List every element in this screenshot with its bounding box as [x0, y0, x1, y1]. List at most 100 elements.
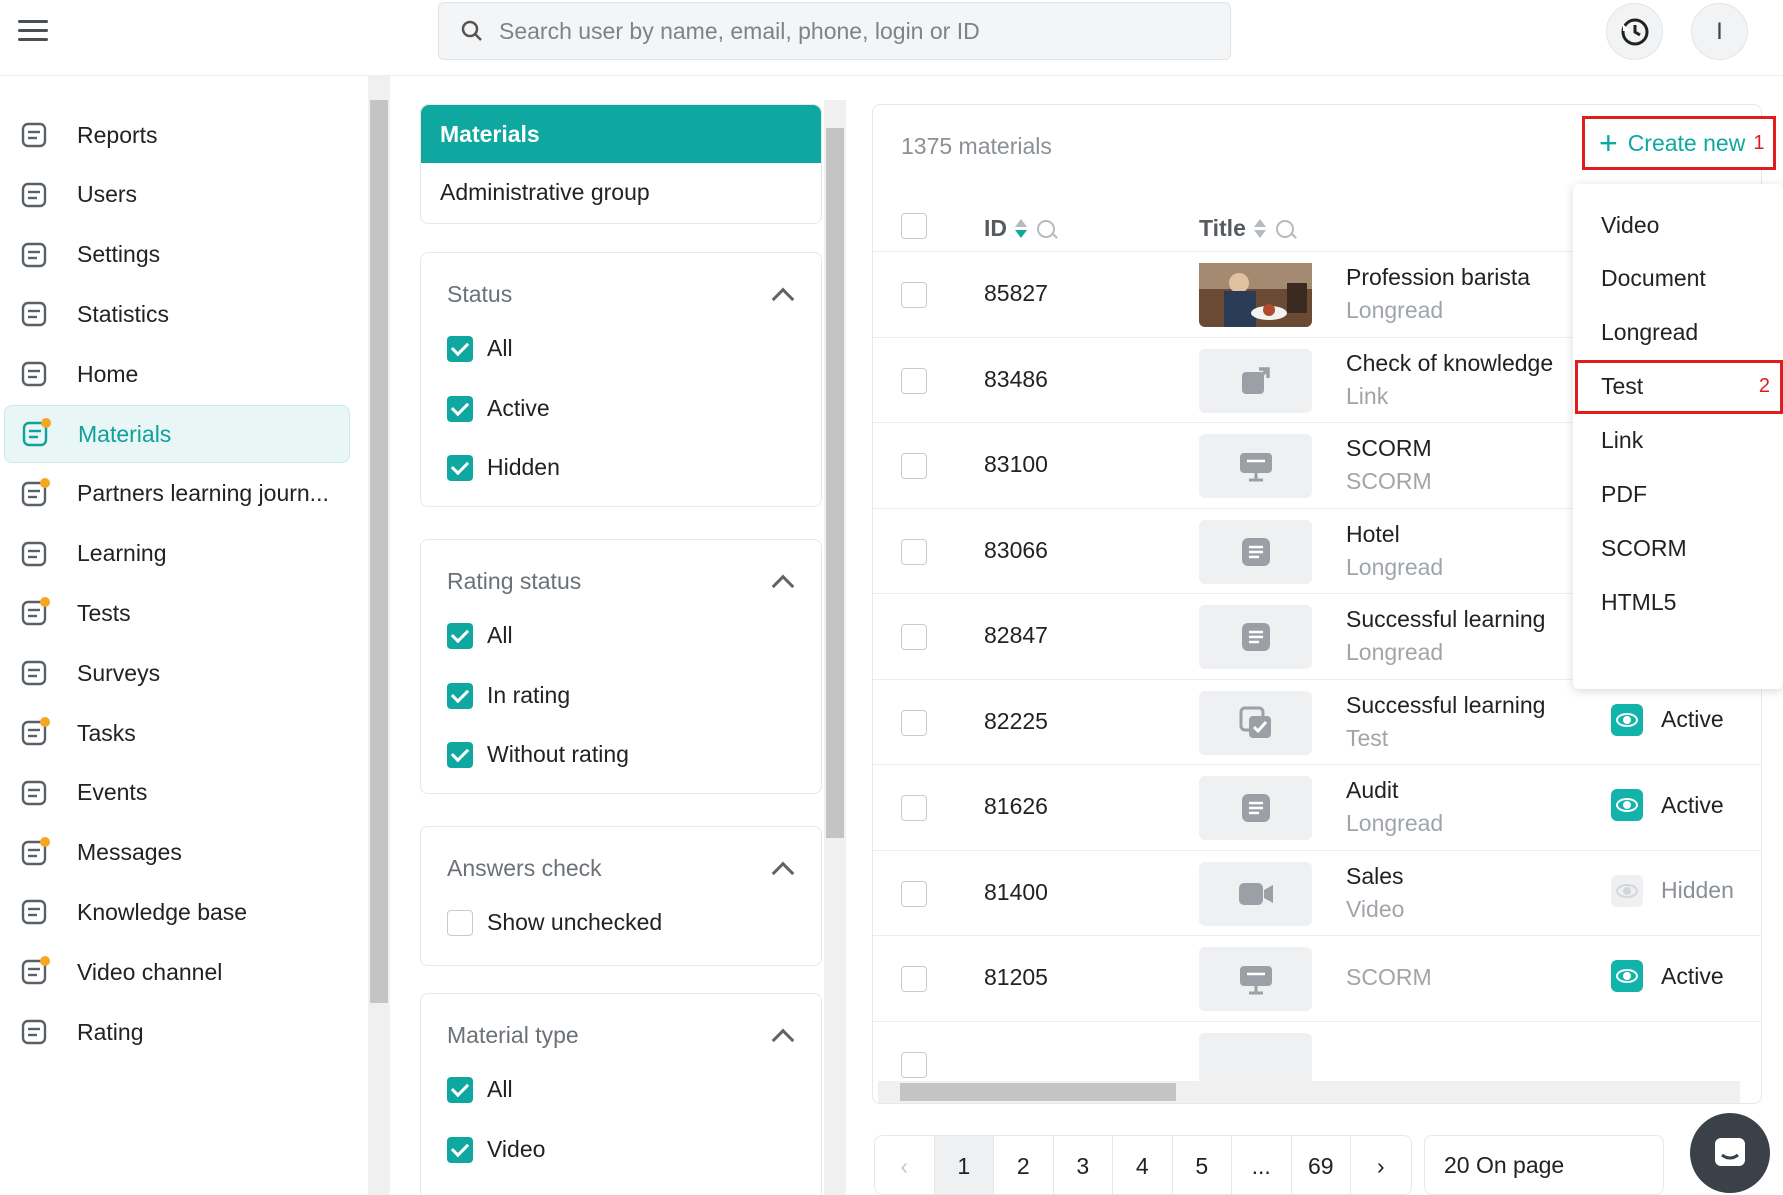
row-title[interactable]: Successful learning [1346, 606, 1545, 633]
chevron-up-icon[interactable] [771, 574, 795, 598]
row-title[interactable]: Hotel [1346, 521, 1400, 548]
prev-page-button[interactable]: ‹ [875, 1136, 935, 1194]
row-checkbox[interactable] [901, 367, 927, 394]
search-input[interactable] [499, 17, 1199, 45]
row-title[interactable]: Profession barista [1346, 264, 1530, 291]
dropdown-item-link[interactable]: Link [1573, 414, 1783, 468]
rating-all-checkbox[interactable]: All [447, 622, 513, 649]
sidebar-item-partners-learning-journ[interactable]: Partners learning journ... [4, 465, 350, 523]
row-checkbox[interactable] [901, 624, 927, 650]
row-checkbox[interactable] [901, 453, 927, 479]
sidebar-item-statistics[interactable]: Statistics [4, 285, 350, 343]
dropdown-item-video[interactable]: Video [1573, 198, 1783, 252]
type-video-checkbox[interactable]: Video [447, 1136, 545, 1163]
row-id: 82225 [984, 707, 1048, 734]
row-checkbox[interactable] [901, 538, 927, 565]
row-checkbox[interactable] [901, 795, 927, 821]
sidebar-item-events[interactable]: Events [4, 764, 350, 822]
search-icon[interactable] [1275, 219, 1294, 238]
search-box[interactable] [438, 2, 1231, 60]
page-button[interactable]: 2 [994, 1136, 1054, 1194]
status-all-checkbox[interactable]: All [447, 335, 513, 362]
rating-without-checkbox[interactable]: Without rating [447, 741, 629, 768]
sort-icon[interactable] [1015, 218, 1027, 239]
create-new-button[interactable]: + Create new 1 [1582, 116, 1776, 170]
table-row[interactable]: 81400 Sales Video Hidden [873, 849, 1761, 936]
sidebar-item-tasks[interactable]: Tasks [4, 704, 350, 762]
row-status[interactable]: Active [1611, 960, 1724, 992]
top-header: I [0, 0, 1783, 76]
page-button[interactable]: 4 [1113, 1136, 1173, 1194]
sidebar-item-surveys[interactable]: Surveys [4, 644, 350, 702]
menu-icon[interactable] [18, 20, 48, 44]
tab-materials[interactable]: Materials [421, 105, 821, 163]
table-row[interactable]: 81626 Audit Longread Active [873, 764, 1761, 850]
dropdown-item-longread[interactable]: Longread [1573, 306, 1783, 360]
row-status[interactable]: Active [1611, 703, 1724, 736]
sidebar-item-learning[interactable]: Learning [4, 525, 350, 583]
dropdown-item-test[interactable]: Test 2 [1575, 359, 1783, 414]
sidebar-item-settings[interactable]: Settings [4, 226, 350, 284]
home-icon [18, 358, 50, 390]
row-status[interactable]: Hidden [1611, 874, 1734, 907]
sidebar-scrollbar-thumb[interactable] [370, 100, 388, 1003]
chevron-up-icon[interactable] [771, 287, 795, 311]
dropdown-item-pdf[interactable]: PDF [1573, 468, 1783, 522]
search-icon[interactable] [1037, 219, 1055, 238]
sidebar-item-rating[interactable]: Rating [4, 1003, 350, 1061]
next-page-button[interactable]: › [1351, 1136, 1411, 1194]
status-label: Active [1661, 791, 1724, 818]
status-active-checkbox[interactable]: Active [447, 395, 550, 422]
sidebar-item-messages[interactable]: Messages [4, 824, 350, 882]
filter-scrollbar-thumb[interactable] [826, 128, 844, 838]
create-new-dropdown: Video Document Longread Test 2 Link PDF SCORM HT… [1573, 184, 1783, 689]
avatar[interactable]: I [1691, 3, 1748, 60]
page-ellipsis[interactable]: ... [1232, 1136, 1292, 1194]
row-checkbox[interactable] [901, 1051, 927, 1078]
dropdown-item-scorm[interactable]: SCORM [1573, 521, 1783, 575]
table-row[interactable]: 81205 SCORM Active [873, 935, 1761, 1021]
table-horizontal-scrollbar[interactable] [878, 1081, 1740, 1103]
history-button[interactable] [1606, 3, 1663, 60]
sidebar-item-home[interactable]: Home [4, 345, 350, 403]
column-title-header[interactable]: Title [1199, 215, 1294, 242]
sidebar-item-materials[interactable]: Materials [4, 405, 350, 463]
sidebar-item-tests[interactable]: Tests [4, 584, 350, 642]
show-unchecked-checkbox[interactable]: Show unchecked [447, 909, 662, 936]
page-button[interactable]: 3 [1054, 1136, 1113, 1194]
dropdown-item-document[interactable]: Document [1573, 252, 1783, 306]
history-icon [1621, 18, 1648, 45]
tab-administrative-group[interactable]: Administrative group [421, 163, 821, 221]
row-status[interactable]: Active [1611, 789, 1724, 821]
sidebar-item-users[interactable]: Users [4, 166, 350, 224]
page-button[interactable]: 69 [1292, 1136, 1351, 1194]
page-button[interactable]: 1 [934, 1136, 994, 1194]
row-checkbox[interactable] [901, 966, 927, 992]
sidebar-item-reports[interactable]: Reports [4, 106, 350, 164]
table-row[interactable]: 82225 Successful learning Test Active [873, 678, 1761, 765]
chevron-up-icon[interactable] [771, 1028, 795, 1052]
select-all-checkbox[interactable] [901, 213, 927, 239]
row-title[interactable]: SCORM [1346, 435, 1432, 462]
row-checkbox[interactable] [901, 709, 927, 736]
dropdown-item-html5[interactable]: HTML5 [1573, 575, 1783, 629]
row-checkbox[interactable] [901, 880, 927, 907]
row-title[interactable]: Successful learning [1346, 692, 1545, 719]
sort-icon[interactable] [1253, 218, 1266, 239]
table-horizontal-scrollbar-thumb[interactable] [900, 1083, 1176, 1101]
chat-button[interactable] [1690, 1113, 1770, 1193]
status-hidden-checkbox[interactable]: Hidden [447, 454, 560, 481]
row-id: 81400 [984, 878, 1048, 905]
page-button[interactable]: 5 [1173, 1136, 1232, 1194]
column-id-header[interactable]: ID [984, 215, 1055, 242]
sidebar-item-video-channel[interactable]: Video channel [4, 943, 350, 1001]
per-page-select[interactable]: 20 On page [1424, 1135, 1664, 1195]
rating-in-rating-checkbox[interactable]: In rating [447, 682, 570, 709]
chevron-up-icon[interactable] [771, 861, 795, 885]
sidebar-item-knowledge-base[interactable]: Knowledge base [4, 883, 350, 941]
row-title[interactable]: Sales [1346, 863, 1404, 890]
type-all-checkbox[interactable]: All [447, 1076, 513, 1103]
row-title[interactable]: Check of knowledge [1346, 350, 1553, 377]
row-checkbox[interactable] [901, 282, 927, 308]
row-title[interactable]: Audit [1346, 777, 1398, 804]
